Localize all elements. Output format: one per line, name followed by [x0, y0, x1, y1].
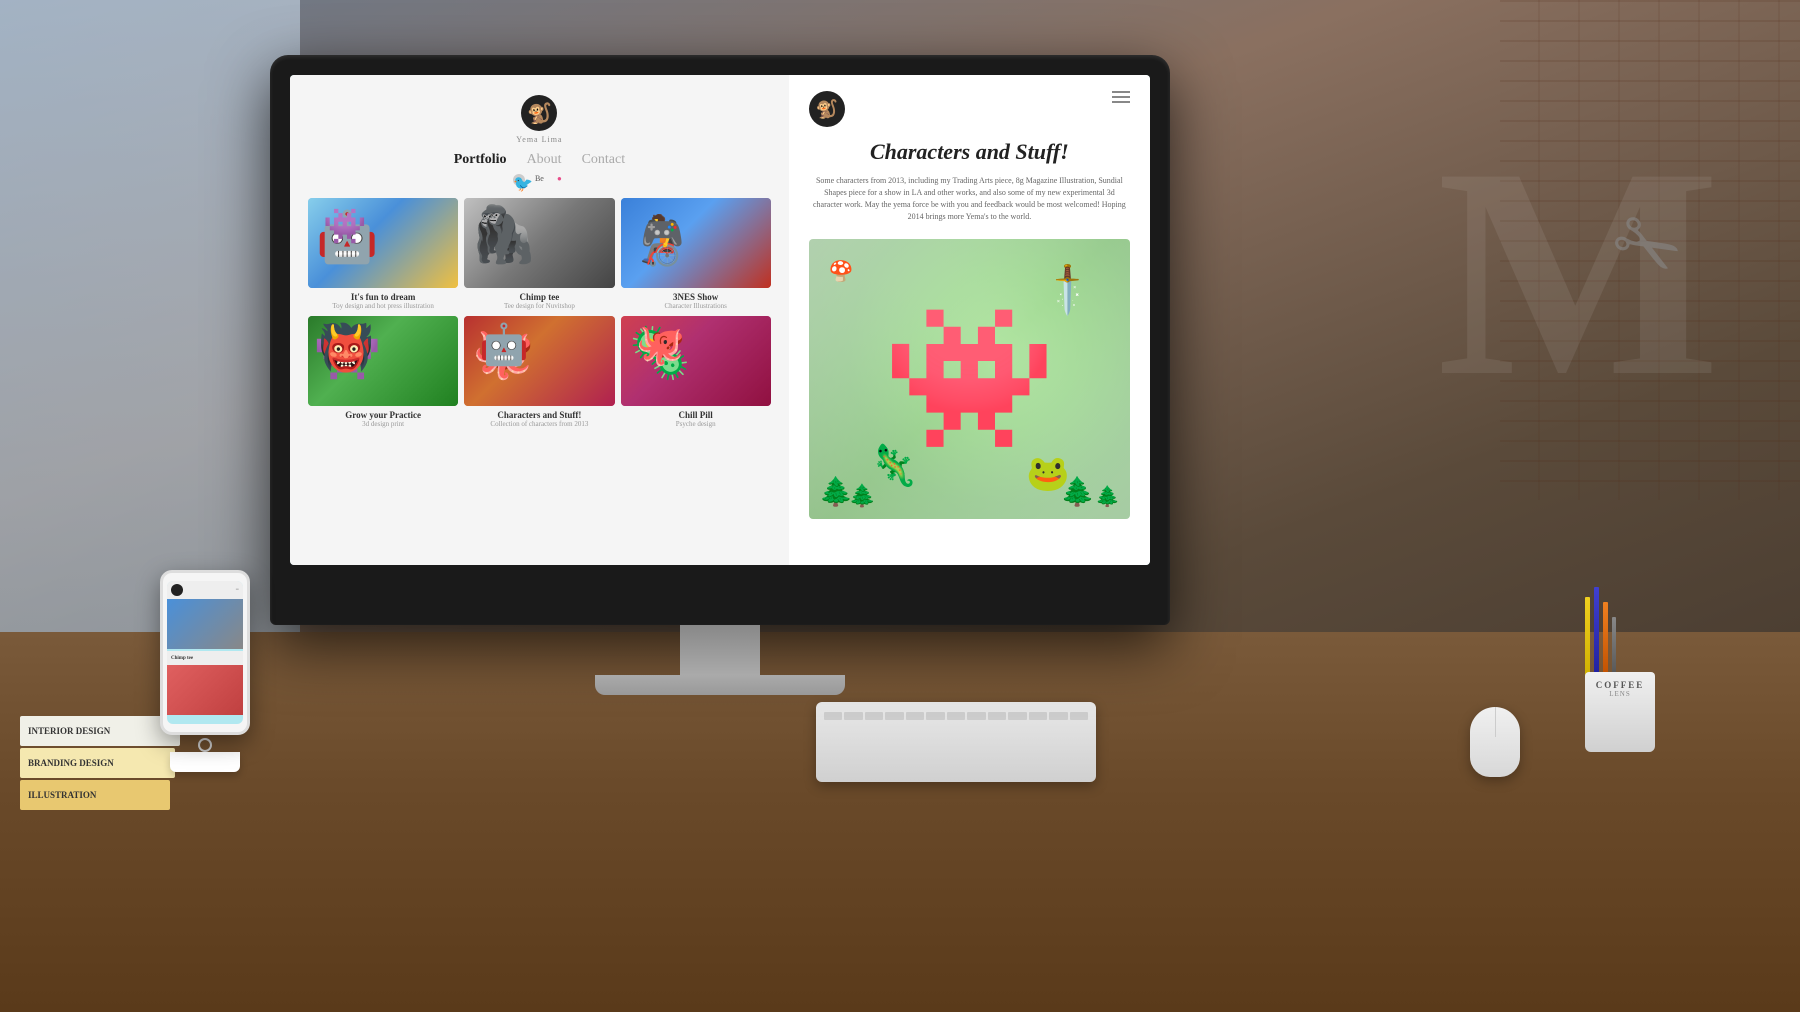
- item-subtitle-chimp: Tee design for Nuvitshop: [464, 302, 614, 310]
- phone-stand: [170, 752, 240, 772]
- phone-mockup: ≡ Chimp tee: [160, 570, 250, 772]
- pencil-3: [1603, 602, 1608, 677]
- detail-description: Some characters from 2013, including my …: [809, 175, 1130, 223]
- nav-contact[interactable]: Contact: [582, 152, 626, 168]
- mouse-line: [1495, 707, 1496, 737]
- detail-artwork: 🌲 🌲 🌲 🌲 👾 🦎 🐸 🗡️ 🍄: [809, 239, 1130, 519]
- item-title-characters: Characters and Stuff!: [464, 410, 614, 420]
- portfolio-item-3nes[interactable]: 🧑‍🦽 3NES Show Character Illustrations: [621, 198, 771, 310]
- phone-screen: ≡ Chimp tee: [167, 581, 243, 724]
- portfolio-grid: 🤖 It's fun to dream Toy design and hot p…: [308, 198, 771, 428]
- thumb-chimp: 🦍: [464, 198, 614, 288]
- portfolio-item-practice[interactable]: 👾 Grow your Practice 3d design print: [308, 316, 458, 428]
- keyboard: [816, 702, 1096, 782]
- phone-thumb-1: [167, 599, 243, 649]
- book-branding: BRANDING design: [20, 748, 175, 778]
- pen-1: [1612, 617, 1616, 677]
- monitor-neck: [680, 625, 760, 675]
- item-subtitle-chill: Psyche design: [621, 420, 771, 428]
- logo-icon: 🐒: [521, 95, 557, 131]
- thumb-practice: 👾: [308, 316, 458, 406]
- phone-home-button[interactable]: [198, 738, 212, 752]
- phone-item-label: Chimp tee: [167, 651, 243, 665]
- artwork-container: 🌲 🌲 🌲 🌲 👾 🦎 🐸 🗡️ 🍄: [809, 239, 1130, 519]
- monitor: 🐒 Yema Lima Portfolio About Contact 🐦 Be…: [270, 55, 1170, 695]
- wall-decoration: M: [1437, 100, 1720, 445]
- mug-sublabel: LENS: [1609, 690, 1631, 698]
- item-subtitle-dream: Toy design and hot press illustration: [308, 302, 458, 310]
- phone-nav: ≡: [167, 581, 243, 599]
- nav-about[interactable]: About: [527, 152, 562, 168]
- keyboard-keys: [816, 702, 1096, 730]
- small-monster-1: 🦎: [869, 442, 919, 489]
- pencils: [1585, 587, 1655, 677]
- mug-label: COFFEE: [1596, 680, 1645, 690]
- mushroom-left: 🍄: [829, 259, 854, 284]
- pencil-holder: COFFEE LENS: [1585, 587, 1655, 752]
- hamburger-menu[interactable]: [1112, 91, 1130, 103]
- nav-portfolio[interactable]: Portfolio: [454, 152, 507, 168]
- phone-logo: [171, 584, 183, 596]
- item-title-practice: Grow your Practice: [308, 410, 458, 420]
- mouse-body: [1470, 707, 1520, 777]
- twitter-icon[interactable]: 🐦: [513, 174, 525, 186]
- coffee-mug: COFFEE LENS: [1585, 672, 1655, 752]
- thumb-3nes: 🧑‍🦽: [621, 198, 771, 288]
- window-light: [0, 0, 300, 700]
- item-subtitle-characters: Collection of characters from 2013: [464, 420, 614, 428]
- item-title-dream: It's fun to dream: [308, 292, 458, 302]
- small-monster-2: 🐸: [1026, 453, 1070, 494]
- books-stack: INTERIOR design BRANDING design ILLUSTRA…: [20, 716, 180, 812]
- site-logo: 🐒 Yema Lima: [308, 95, 771, 144]
- detail-header: 🐒: [809, 91, 1130, 127]
- item-title-chimp: Chimp tee: [464, 292, 614, 302]
- portfolio-item-characters[interactable]: 🐙 Characters and Stuff! Collection of ch…: [464, 316, 614, 428]
- social-icons: 🐦 Be ●: [308, 174, 771, 186]
- detail-logo: 🐒: [809, 91, 845, 127]
- item-subtitle-3nes: Character Illustrations: [621, 302, 771, 310]
- nav-links: Portfolio About Contact: [308, 152, 771, 168]
- detail-panel: 🐒 Characters and Stuff! Some characters …: [789, 75, 1150, 565]
- portfolio-item-chill[interactable]: 🦠 Chill Pill Psyche design: [621, 316, 771, 428]
- detail-title: Characters and Stuff!: [809, 139, 1130, 165]
- tree-right: 🌲: [1095, 484, 1120, 509]
- thumb-chill: 🦠: [621, 316, 771, 406]
- hamburger-line-3: [1112, 101, 1130, 103]
- item-title-chill: Chill Pill: [621, 410, 771, 420]
- dribbble-icon[interactable]: ●: [553, 174, 565, 186]
- portfolio-item-dream[interactable]: 🤖 It's fun to dream Toy design and hot p…: [308, 198, 458, 310]
- pencil-2: [1594, 587, 1599, 677]
- phone-bezel: ≡ Chimp tee: [160, 570, 250, 735]
- item-title-3nes: 3NES Show: [621, 292, 771, 302]
- item-subtitle-practice: 3d design print: [308, 420, 458, 428]
- keyboard-body: [816, 702, 1096, 782]
- portfolio-item-chimp[interactable]: 🦍 Chimp tee Tee design for Nuvitshop: [464, 198, 614, 310]
- thumb-dream: 🤖: [308, 198, 458, 288]
- monitor-bezel: 🐒 Yema Lima Portfolio About Contact 🐦 Be…: [270, 55, 1170, 625]
- phone-thumb-2: [167, 665, 243, 715]
- thumb-characters: 🐙: [464, 316, 614, 406]
- behance-icon[interactable]: Be: [533, 174, 545, 186]
- portfolio-panel: 🐒 Yema Lima Portfolio About Contact 🐦 Be…: [290, 75, 789, 565]
- monitor-stand: [270, 625, 1170, 695]
- mouse: [1470, 695, 1520, 777]
- main-character: 👾: [882, 297, 1056, 461]
- monitor-screen: 🐒 Yema Lima Portfolio About Contact 🐦 Be…: [290, 75, 1150, 565]
- pencil-1: [1585, 597, 1590, 677]
- logo-text: Yema Lima: [308, 135, 771, 144]
- book-interior: INTERIOR design: [20, 716, 180, 746]
- book-illustration: ILLUSTRATION: [20, 780, 170, 810]
- hamburger-line-2: [1112, 96, 1130, 98]
- hamburger-line-1: [1112, 91, 1130, 93]
- monitor-base: [595, 675, 845, 695]
